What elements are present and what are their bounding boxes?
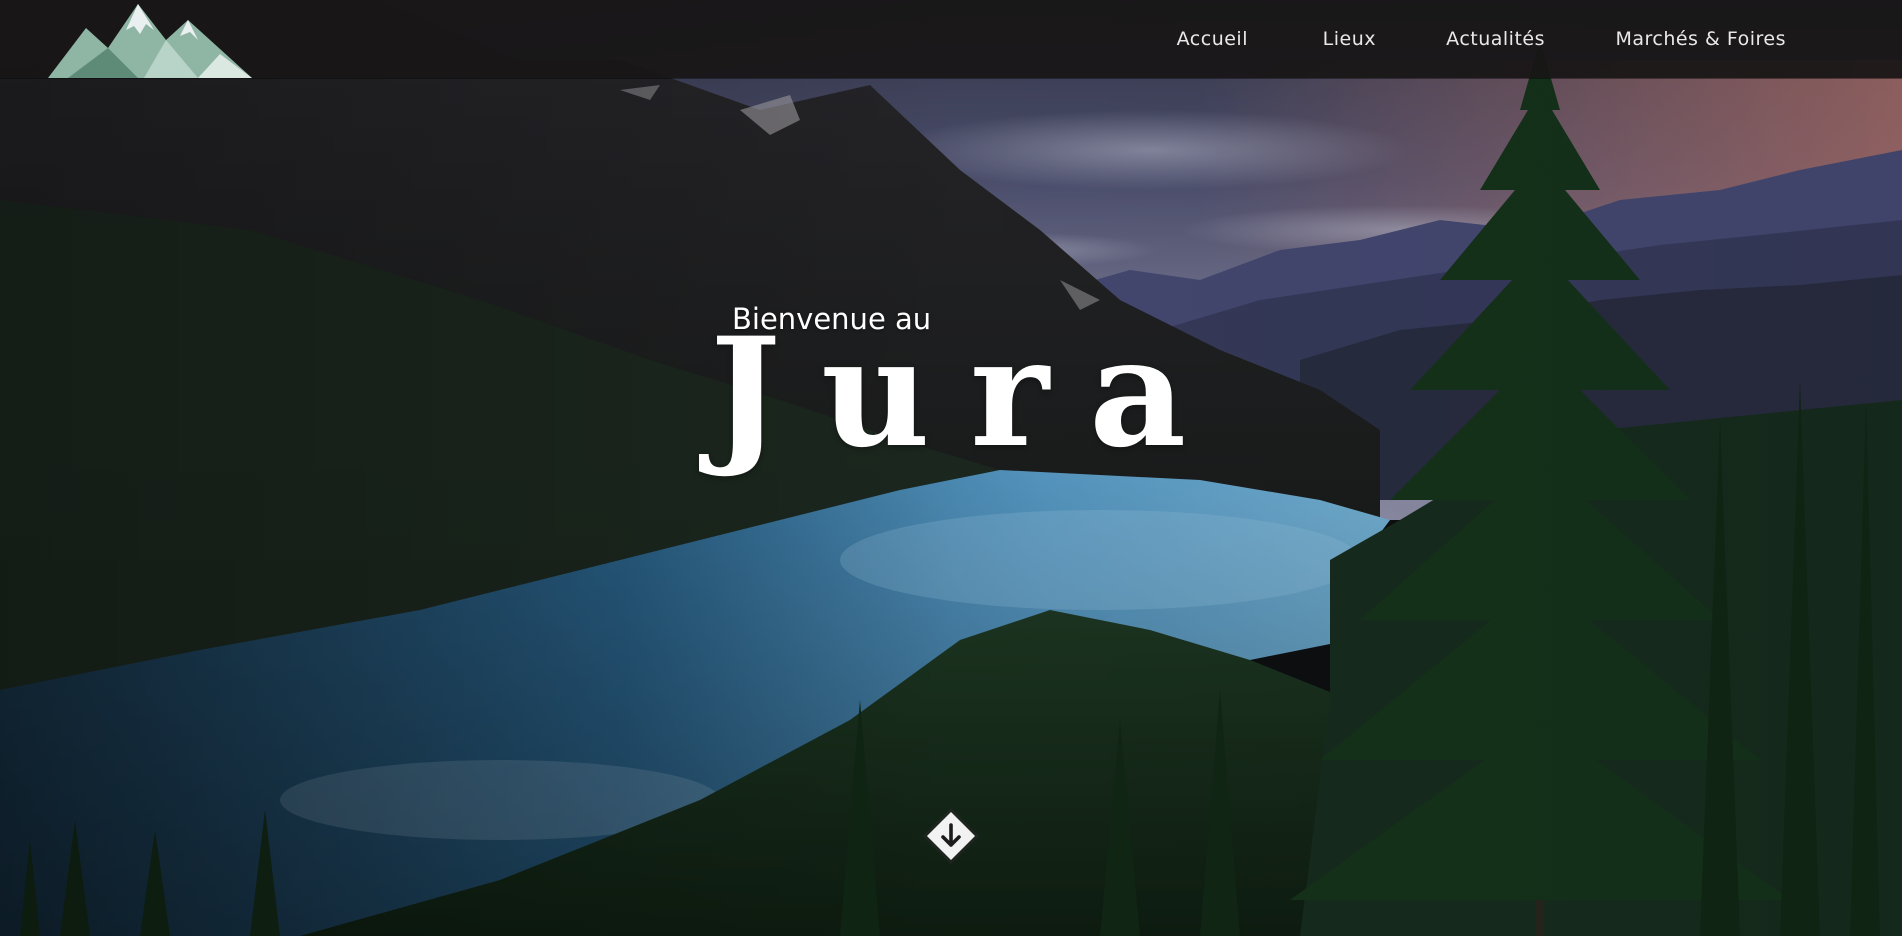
page: Accueil Lieux Actualités Marchés & Foire… [0,0,1902,936]
mountain-logo-icon [48,4,252,78]
nav-link-lieux[interactable]: Lieux [1323,28,1376,50]
site-logo[interactable] [48,0,258,78]
navbar: Accueil Lieux Actualités Marchés & Foire… [0,0,1902,78]
nav-link-accueil[interactable]: Accueil [1177,28,1248,50]
arrow-down-icon [941,823,961,847]
scroll-down-button[interactable] [926,811,976,861]
hero-title: Jura [710,305,1227,481]
nav-link-marches-foires[interactable]: Marchés & Foires [1615,28,1786,50]
nav-link-actualites[interactable]: Actualités [1446,28,1545,50]
